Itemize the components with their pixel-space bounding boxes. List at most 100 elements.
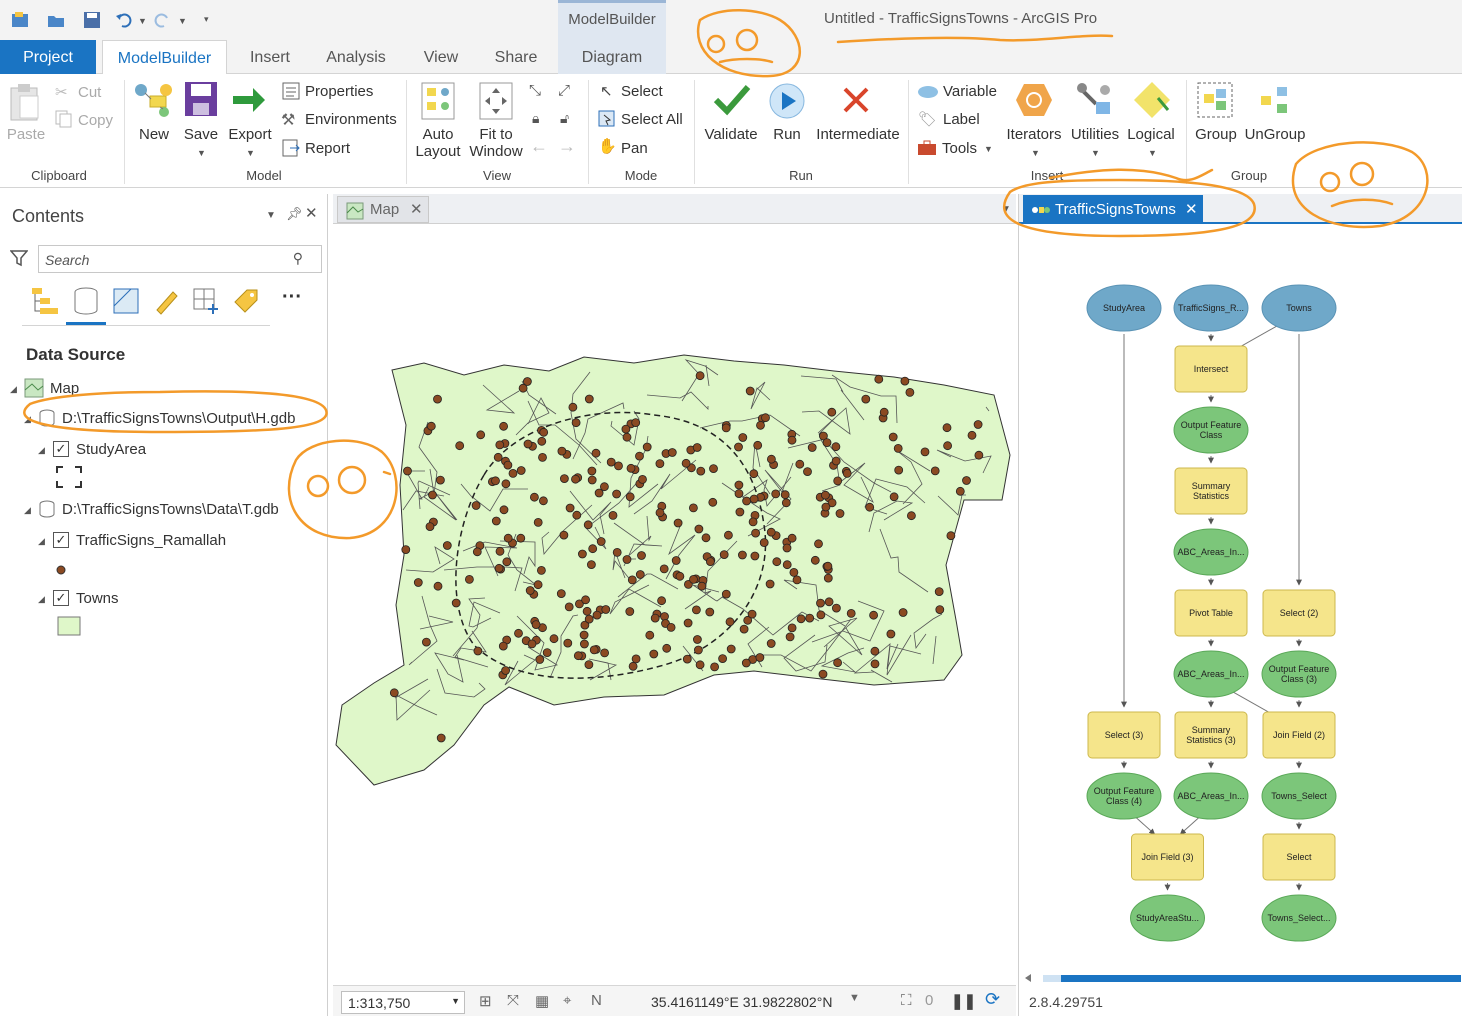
expand-arrow-icon[interactable]: ◢ <box>38 594 45 605</box>
model-output-node[interactable]: Output FeatureClass <box>1173 406 1249 454</box>
copy-button[interactable]: Copy <box>78 112 113 129</box>
redo-icon[interactable] <box>152 10 172 30</box>
fixed-zoom-icon[interactable]: ⊞ <box>479 992 492 1010</box>
north-arrow-icon[interactable]: N <box>591 992 602 1009</box>
save-model-button[interactable]: Save <box>180 126 222 143</box>
select-all-button[interactable]: Select All <box>621 111 683 128</box>
tab-project[interactable]: Project <box>0 40 96 74</box>
tab-modelbuilder[interactable]: ModelBuilder <box>102 40 227 75</box>
search-input[interactable]: Search ⚲ <box>38 245 322 273</box>
model-tool-node[interactable]: SummaryStatistics <box>1174 467 1248 515</box>
tree-item-data-gdb[interactable]: D:\TrafficSignsTowns\Data\T.gdb <box>62 501 279 518</box>
iterators-dropdown-icon[interactable]: ▼ <box>1031 148 1040 158</box>
tab-analysis[interactable]: Analysis <box>316 40 396 74</box>
grid-icon[interactable]: ▦ <box>535 992 549 1010</box>
model-output-node[interactable]: ABC_Areas_In... <box>1173 528 1249 576</box>
refresh-icon[interactable]: ⟳ <box>985 989 1000 1010</box>
tab-map[interactable]: Map ✕ <box>337 196 429 223</box>
ungroup-button[interactable]: UnGroup <box>1242 126 1308 143</box>
list-by-snapping-icon[interactable] <box>191 286 221 316</box>
model-input-node[interactable]: Towns <box>1261 284 1337 332</box>
selected-features-icon[interactable]: ⛶ <box>901 992 912 1009</box>
new-project-icon[interactable] <box>10 10 30 30</box>
expand-arrow-icon[interactable]: ◢ <box>24 505 31 516</box>
tab-diagram[interactable]: Diagram <box>558 40 666 74</box>
expand-arrow-icon[interactable]: ◢ <box>38 445 45 456</box>
tab-share[interactable]: Share <box>486 40 546 74</box>
validate-button[interactable]: Validate <box>700 126 762 143</box>
next-extent-icon[interactable]: → <box>558 136 576 157</box>
study-area-checkbox[interactable]: ✓ <box>53 441 69 457</box>
tree-item-traffic-signs[interactable]: TrafficSigns_Ramallah <box>76 532 226 549</box>
more-options-icon[interactable]: ··· <box>282 286 312 316</box>
scale-selector[interactable]: 1:313,750 ▼ <box>341 991 465 1014</box>
redo-dropdown-icon[interactable]: ▼ <box>178 16 187 26</box>
new-model-button[interactable]: New <box>134 126 174 143</box>
pane-list-dropdown-icon[interactable]: ▼ <box>1001 204 1011 215</box>
filter-icon[interactable] <box>9 249 29 270</box>
export-dropdown-icon[interactable]: ▼ <box>246 148 255 158</box>
pause-drawing-icon[interactable]: ❚❚ <box>951 992 976 1010</box>
list-by-drawing-order-icon[interactable] <box>30 286 60 316</box>
environments-button[interactable]: Environments <box>305 111 397 128</box>
model-output-node[interactable]: ABC_Areas_In... <box>1173 650 1249 698</box>
auto-layout-button[interactable]: Auto Layout <box>412 126 464 160</box>
logical-button[interactable]: Logical <box>1124 126 1178 143</box>
utilities-button[interactable]: Utilities <box>1066 126 1124 143</box>
model-output-node[interactable]: Towns_Select <box>1261 772 1337 820</box>
model-connector[interactable] <box>1179 816 1200 835</box>
scale-dropdown-icon[interactable]: ▼ <box>451 996 460 1006</box>
tools-dropdown-icon[interactable]: ▼ <box>984 144 993 154</box>
towns-checkbox[interactable]: ✓ <box>53 590 69 606</box>
tree-item-towns[interactable]: Towns <box>76 590 119 607</box>
list-by-labeling-icon[interactable] <box>231 286 261 316</box>
map-canvas[interactable] <box>334 225 1016 985</box>
expand-arrow-icon[interactable]: ◢ <box>24 414 31 425</box>
lock-icon[interactable]: 🔒︎ <box>532 110 539 127</box>
model-tool-node[interactable]: Pivot Table <box>1174 589 1248 637</box>
zoom-out-icon[interactable]: ⤢ <box>558 82 570 99</box>
model-input-node[interactable]: StudyArea <box>1086 284 1162 332</box>
tree-item-output-gdb[interactable]: D:\TrafficSignsTowns\Output\H.gdb <box>62 410 295 427</box>
previous-extent-icon[interactable]: ← <box>530 136 548 157</box>
unlock-icon[interactable]: 🔓︎ <box>560 110 569 127</box>
undo-dropdown-icon[interactable]: ▼ <box>138 16 147 26</box>
expand-arrow-icon[interactable]: ◢ <box>38 536 45 547</box>
select-button[interactable]: Select <box>621 83 663 100</box>
export-button[interactable]: Export <box>226 126 274 143</box>
utilities-dropdown-icon[interactable]: ▼ <box>1091 148 1100 158</box>
close-pane-icon[interactable]: ✕ <box>305 204 318 222</box>
undo-icon[interactable] <box>114 10 134 30</box>
coordinate-format-dropdown-icon[interactable]: ▼ <box>849 992 860 1004</box>
model-tool-node[interactable]: Join Field (2) <box>1262 711 1336 759</box>
search-icon[interactable]: ⚲ <box>293 250 303 267</box>
intermediate-button[interactable]: Intermediate <box>812 126 904 143</box>
open-project-icon[interactable] <box>46 10 66 30</box>
tab-insert[interactable]: Insert <box>238 40 302 74</box>
model-tool-node[interactable]: Select (3) <box>1087 711 1161 759</box>
model-input-node[interactable]: TrafficSigns_R... <box>1173 284 1249 332</box>
cut-button[interactable]: Cut <box>78 84 101 101</box>
horizontal-scrollbar[interactable] <box>1023 972 1462 984</box>
expand-arrow-icon[interactable]: ◢ <box>10 384 17 395</box>
tree-item-map[interactable]: Map <box>50 380 79 397</box>
tree-item-study-area[interactable]: StudyArea <box>76 441 146 458</box>
model-tool-node[interactable]: SummaryStatistics (3) <box>1174 711 1248 759</box>
properties-button[interactable]: Properties <box>305 83 373 100</box>
model-tool-node[interactable]: Intersect <box>1174 345 1248 393</box>
zoom-in-icon[interactable]: ⤡ <box>529 82 541 99</box>
zoom-extent-icon[interactable]: ⤧ <box>507 992 519 1009</box>
run-button[interactable]: Run <box>768 126 806 143</box>
model-tool-node[interactable]: Select <box>1262 833 1336 881</box>
pane-options-icon[interactable]: ▼ <box>266 210 276 221</box>
save-project-icon[interactable] <box>82 10 102 30</box>
model-tool-node[interactable]: Join Field (3) <box>1131 833 1204 881</box>
list-by-selection-icon[interactable] <box>111 286 141 316</box>
tools-button[interactable]: Tools <box>942 140 977 157</box>
tab-view[interactable]: View <box>414 40 468 74</box>
iterators-button[interactable]: Iterators <box>1004 126 1064 143</box>
traffic-signs-checkbox[interactable]: ✓ <box>53 532 69 548</box>
model-output-node[interactable]: Output FeatureClass (4) <box>1086 772 1162 820</box>
model-output-node[interactable]: Towns_Select... <box>1261 894 1337 942</box>
close-tab-icon[interactable]: ✕ <box>1185 200 1198 218</box>
